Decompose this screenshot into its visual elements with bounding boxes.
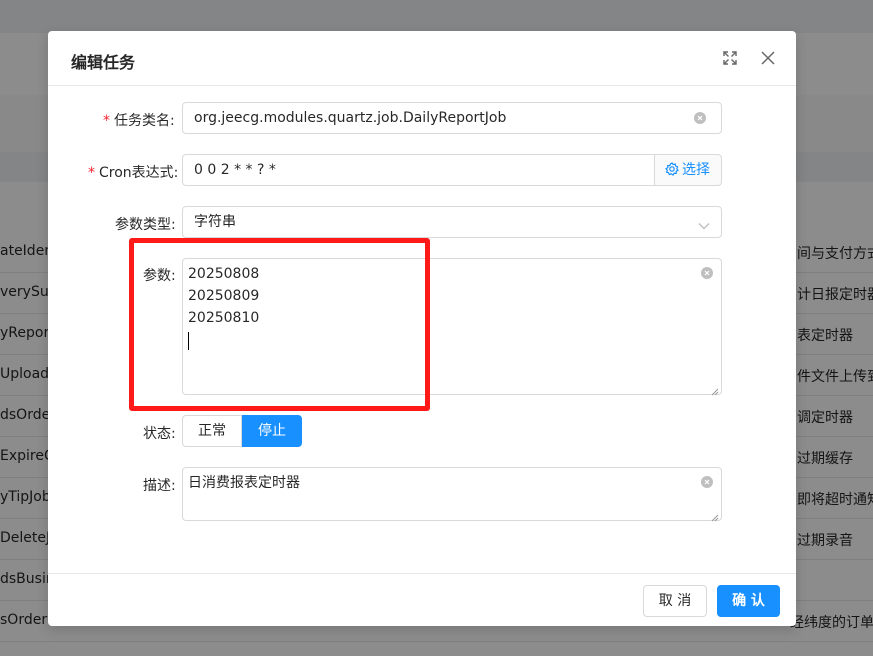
cron-value: 0 0 2 * * ? * [194, 162, 276, 178]
description-value: 日消费报表定时器 [188, 475, 300, 491]
modal-footer: 取 消 确 认 [48, 573, 796, 626]
gear-icon [665, 162, 679, 176]
status-radio-group: 正常 停止 [182, 415, 302, 447]
chevron-down-icon [698, 218, 710, 234]
clear-icon[interactable] [701, 476, 713, 488]
clear-icon[interactable] [694, 112, 706, 124]
job-class-input[interactable]: org.jeecg.modules.quartz.job.DailyReport… [182, 102, 722, 134]
cancel-button[interactable]: 取 消 [643, 585, 707, 617]
required-mark: * [103, 113, 110, 129]
status-normal-button[interactable]: 正常 [182, 415, 242, 447]
cron-label: * Cron表达式: [88, 165, 179, 181]
status-stop-button[interactable]: 停止 [242, 415, 302, 447]
clear-icon[interactable] [701, 267, 713, 279]
cron-input[interactable]: 0 0 2 * * ? * [182, 154, 655, 186]
modal-title: 编辑任务 [71, 53, 136, 72]
expand-icon[interactable] [719, 47, 741, 69]
required-mark: * [88, 165, 95, 181]
param-type-select[interactable]: 字符串 [182, 206, 722, 238]
resize-grip-icon[interactable] [711, 510, 719, 522]
modal-header: 编辑任务 [48, 31, 796, 86]
description-textarea[interactable]: 日消费报表定时器 [182, 467, 722, 522]
close-icon[interactable] [757, 47, 779, 69]
description-label: 描述: [143, 478, 176, 494]
param-type-value: 字符串 [194, 214, 236, 230]
cron-select-label: 选择 [682, 162, 710, 178]
job-class-label: * 任务类名: [103, 113, 175, 129]
param-type-label: 参数类型: [115, 217, 176, 233]
highlight-annotation-box [129, 238, 430, 411]
confirm-button[interactable]: 确 认 [717, 585, 780, 617]
status-label: 状态: [143, 426, 176, 442]
resize-grip-icon[interactable] [711, 384, 719, 396]
edit-task-modal: 编辑任务 * 任务类名: org.jeecg.modules.quartz.job… [48, 31, 796, 626]
job-class-value: org.jeecg.modules.quartz.job.DailyReport… [194, 110, 507, 126]
cron-select-button[interactable]: 选择 [654, 154, 722, 186]
